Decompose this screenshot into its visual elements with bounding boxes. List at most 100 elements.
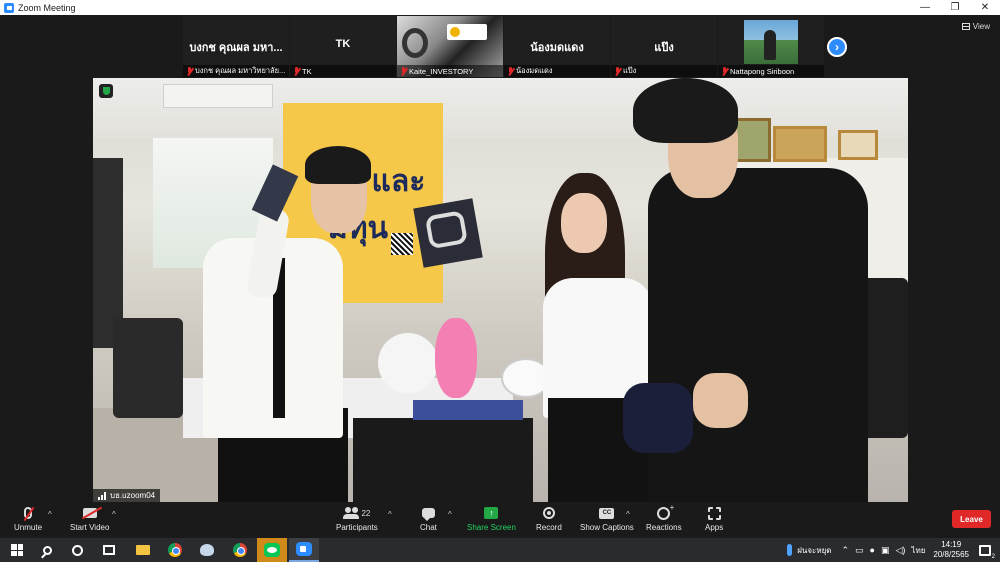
meeting-toolbar: Unmute ^ Start Video ^ 22 Participants ^… (0, 502, 1000, 538)
close-button[interactable]: ✕ (970, 0, 1000, 15)
notification-center-icon[interactable] (979, 544, 995, 560)
participant-tile[interactable]: TK TK (290, 16, 396, 77)
search-button[interactable] (32, 538, 62, 562)
participant-tile[interactable]: น้องมดแดง น้องมดแดง (504, 16, 610, 77)
scene-white-plush (378, 333, 438, 393)
participant-footer: Nattapong Siriboon (718, 65, 824, 77)
folder-icon (136, 545, 150, 555)
reactions-button[interactable]: Reactions (646, 503, 682, 533)
person-3-suit (648, 168, 868, 502)
person-3-hand (693, 373, 748, 428)
leave-button[interactable]: Leave (952, 510, 991, 528)
windows-taskbar: ฝนจะหยุด ⌃ ▭ ● ▣ ◁) ไทย 14:19 20/8/2565 (0, 538, 1000, 562)
chrome-profile-icon (233, 543, 247, 557)
participant-tile-video[interactable]: Kaite_INVESTORY (397, 16, 503, 77)
window-title: Zoom Meeting (18, 2, 76, 13)
view-button[interactable]: View (961, 22, 990, 31)
reactions-label: Reactions (646, 523, 682, 532)
scene-picture-frame (773, 126, 827, 162)
start-video-label: Start Video (70, 523, 110, 532)
next-page-button[interactable]: › (827, 37, 847, 57)
volume-icon[interactable]: ◁) (896, 545, 906, 556)
scene-air-conditioner (163, 84, 273, 108)
video-options-caret[interactable]: ^ (112, 510, 116, 519)
task-view-button[interactable] (94, 538, 124, 562)
battery-icon[interactable]: ▭ (855, 545, 864, 556)
unmute-button[interactable]: Unmute (14, 506, 42, 532)
minimize-button[interactable]: — (910, 0, 940, 15)
apps-icon (707, 506, 721, 520)
participant-display-name: แป๊ง (654, 42, 674, 54)
maximize-button[interactable]: ❐ (940, 0, 970, 15)
share-screen-button[interactable]: ↑ Share Screen (467, 506, 516, 532)
taskbar-line[interactable] (257, 538, 287, 562)
chat-button[interactable]: Chat (420, 506, 437, 532)
chrome-icon (168, 543, 182, 557)
taskbar-chrome[interactable] (160, 538, 190, 562)
chevron-up-icon[interactable]: ⌃ (841, 545, 849, 556)
participant-name: Kaite_INVESTORY (409, 66, 474, 76)
chevron-right-icon: › (835, 40, 839, 54)
scene-flyers (413, 400, 523, 420)
participants-button[interactable]: 22 Participants (336, 506, 378, 532)
participant-tile[interactable]: แป๊ง แป๊ง (611, 16, 717, 77)
microphone-icon[interactable]: ● (870, 545, 875, 555)
scene-picture-frame (733, 118, 771, 162)
participants-label: Participants (336, 523, 378, 532)
participant-name: TK (302, 66, 312, 76)
participant-tile[interactable]: บงกช คุณผล มหา... บงกช คุณผล มหาวิทยาลัย… (183, 16, 289, 77)
participant-footer: บงกช คุณผล มหาวิทยาลัย... (183, 65, 289, 77)
cortana-button[interactable] (62, 538, 92, 562)
taskbar-chrome-profile[interactable] (225, 538, 255, 562)
share-screen-label: Share Screen (467, 523, 516, 532)
mic-muted-icon (721, 66, 728, 76)
taskbar-zoom[interactable] (289, 538, 319, 562)
scene-chair (113, 318, 183, 418)
mic-muted-icon (186, 66, 193, 76)
participant-footer: แป๊ง (611, 65, 717, 77)
active-speaker-video[interactable]: งิน และ มทุน บธ.uzoom04 (93, 78, 908, 502)
taskbar-file-explorer[interactable] (128, 538, 158, 562)
weather-text[interactable]: ฝนจะหยุด (797, 544, 831, 557)
scene-table-front (353, 418, 533, 502)
search-icon (42, 545, 52, 555)
taskbar-bird-app[interactable] (192, 538, 222, 562)
mic-off-icon (24, 507, 32, 519)
encryption-shield-icon[interactable] (99, 84, 113, 98)
chat-options-caret[interactable]: ^ (448, 510, 452, 519)
person-3-hair (633, 78, 738, 143)
participant-footer: Kaite_INVESTORY (397, 65, 503, 77)
participant-name: บงกช คุณผล มหาวิทยาลัย... (195, 66, 286, 75)
gallery-view-icon (961, 23, 970, 30)
mic-muted-icon (293, 66, 300, 76)
participants-icon (343, 507, 360, 519)
start-button[interactable] (2, 538, 32, 562)
held-book (413, 198, 483, 268)
captions-options-caret[interactable]: ^ (626, 510, 630, 519)
mic-muted-icon (400, 66, 407, 76)
network-icon[interactable]: ▣ (881, 545, 890, 556)
participants-options-caret[interactable]: ^ (388, 510, 392, 519)
audio-options-caret[interactable]: ^ (48, 510, 52, 519)
participant-name: Nattapong Siriboon (730, 66, 795, 76)
clock-time: 14:19 (941, 540, 962, 549)
input-language[interactable]: ไทย (911, 544, 925, 557)
record-button[interactable]: Record (536, 506, 562, 532)
system-clock[interactable]: 14:19 20/8/2565 (933, 540, 969, 560)
apps-button[interactable]: Apps (705, 506, 723, 532)
start-video-button[interactable]: Start Video (70, 506, 109, 532)
mic-muted-icon (614, 66, 621, 76)
speaker-name: บธ.uzoom04 (110, 491, 156, 500)
bird-app-icon (200, 544, 214, 556)
zoom-app-icon (4, 2, 14, 13)
view-button-label: View (972, 22, 990, 31)
participant-footer: TK (290, 65, 396, 77)
window-controls: — ❐ ✕ (910, 0, 1000, 15)
chat-label: Chat (420, 523, 437, 532)
captions-icon: CC (599, 507, 615, 519)
apps-label: Apps (705, 523, 724, 532)
participant-display-name: บงกช คุณผล มหา... (189, 42, 283, 54)
participant-display-name: TK (335, 38, 351, 50)
participant-tile-video[interactable]: Nattapong Siriboon (718, 16, 824, 77)
record-label: Record (536, 523, 562, 532)
